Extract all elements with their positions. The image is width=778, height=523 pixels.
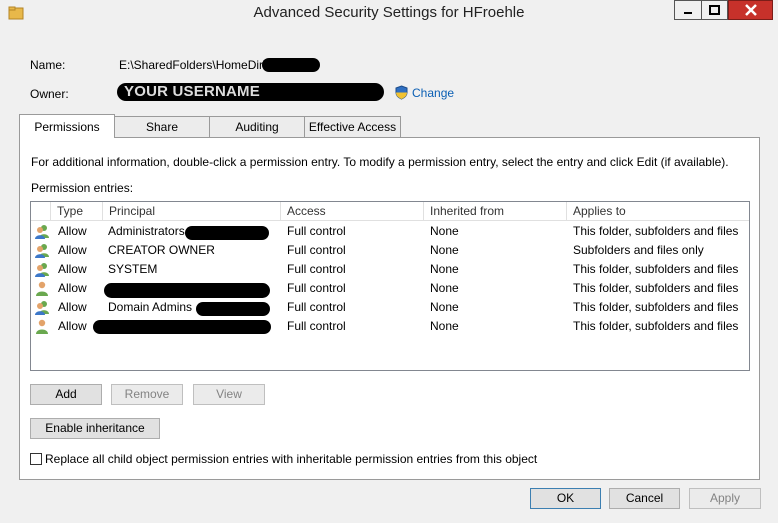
owner-label: Owner: [30, 87, 69, 101]
redaction-mark [262, 58, 320, 72]
row-type: Allow [58, 243, 87, 257]
window-title: Advanced Security Settings for HFroehle [253, 4, 525, 21]
tab-auditing[interactable]: Auditing [209, 116, 305, 137]
uac-shield-icon [395, 85, 408, 100]
row-applies-to: This folder, subfolders and files [573, 319, 739, 333]
replace-child-permissions-checkbox[interactable] [30, 453, 42, 465]
row-applies-to: This folder, subfolders and files [573, 224, 739, 238]
table-row[interactable]: Allow Administrators Full control None This … [31, 222, 749, 241]
ok-button[interactable]: OK [530, 488, 601, 509]
row-type: Allow [58, 300, 87, 314]
row-applies-to: This folder, subfolders and files [573, 262, 739, 276]
view-button[interactable]: View [193, 384, 265, 405]
close-button[interactable] [728, 0, 773, 20]
redaction-mark [93, 320, 271, 334]
row-type: Allow [58, 262, 87, 276]
permission-entries-label: Permission entries: [31, 181, 134, 195]
replace-child-permissions-label: Replace all child object permission entr… [45, 452, 538, 466]
row-access: Full control [287, 262, 346, 276]
minimize-button[interactable] [674, 0, 701, 20]
enable-inheritance-button[interactable]: Enable inheritance [30, 418, 160, 439]
row-inherited-from: None [430, 281, 459, 295]
apply-button[interactable]: Apply [689, 488, 761, 509]
row-access: Full control [287, 300, 346, 314]
row-principal: Domain Admins [108, 300, 193, 314]
row-principal: SYSTEM [108, 262, 158, 276]
row-type: Allow [58, 224, 87, 238]
row-type: Allow [58, 281, 87, 295]
cancel-button[interactable]: Cancel [609, 488, 680, 509]
row-access: Full control [287, 243, 346, 257]
row-inherited-from: None [430, 262, 459, 276]
row-applies-to: This folder, subfolders and files [573, 300, 739, 314]
table-row[interactable]: Allow Domain Admins Full control None This f… [31, 298, 749, 317]
redaction-mark [196, 302, 270, 316]
maximize-button[interactable] [701, 0, 728, 20]
row-inherited-from: None [430, 300, 459, 314]
tab-effective-access[interactable]: Effective Access [304, 116, 401, 137]
instructions-text: For additional information, double-click… [31, 155, 729, 169]
owner-value: YOUR USERNAME [124, 83, 260, 100]
change-owner-link[interactable]: Change [412, 86, 454, 100]
user-group-icon [35, 301, 49, 315]
row-applies-to: This folder, subfolders and files [573, 281, 739, 295]
row-applies-to: Subfolders and files only [573, 243, 704, 257]
column-header-access[interactable]: Access [281, 202, 424, 221]
close-icon [744, 4, 757, 16]
row-principal: CREATOR OWNER [108, 243, 215, 257]
column-header-icon[interactable] [31, 202, 51, 221]
user-group-icon [35, 263, 49, 277]
add-button[interactable]: Add [30, 384, 102, 405]
tab-permissions[interactable]: Permissions [19, 114, 115, 138]
row-principal: Administrators [108, 224, 185, 238]
maximize-icon [709, 5, 720, 15]
column-header-principal[interactable]: Principal [103, 202, 281, 221]
column-header-inherited-from[interactable]: Inherited from [424, 202, 567, 221]
user-icon [36, 281, 48, 296]
table-row[interactable]: Allow CREATOR OWNER Full control None Subfol… [31, 241, 749, 260]
row-type: Allow [58, 319, 87, 333]
table-row[interactable]: Allow SYSTEM Full control None This folder, … [31, 260, 749, 279]
column-header-type[interactable]: Type [51, 202, 103, 221]
row-inherited-from: None [430, 243, 459, 257]
row-inherited-from: None [430, 319, 459, 333]
user-group-icon [35, 225, 49, 239]
column-header-applies-to[interactable]: Applies to [567, 202, 749, 221]
user-group-icon [35, 244, 49, 258]
user-icon [36, 319, 48, 334]
title-bar: Advanced Security Settings for HFroehle [0, 0, 778, 28]
tab-share[interactable]: Share [114, 116, 210, 137]
minimize-icon [684, 12, 692, 14]
row-access: Full control [287, 224, 346, 238]
redaction-mark [185, 226, 269, 240]
remove-button[interactable]: Remove [111, 384, 183, 405]
row-access: Full control [287, 281, 346, 295]
name-label: Name: [30, 58, 66, 72]
redaction-mark [104, 283, 270, 298]
row-inherited-from: None [430, 224, 459, 238]
name-value: E:\SharedFolders\HomeDir\ [119, 58, 267, 72]
row-access: Full control [287, 319, 346, 333]
